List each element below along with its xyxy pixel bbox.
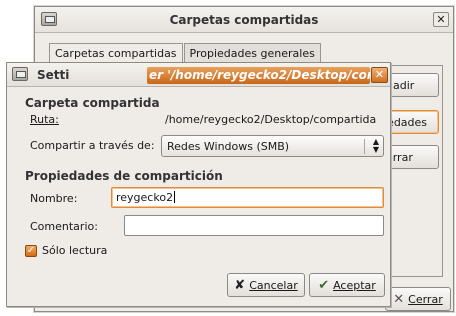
dialog-overlay-title: er '/home/reygecko2/Desktop/compa xyxy=(149,68,370,82)
text-caret xyxy=(174,191,176,203)
comment-label: Comentario: xyxy=(30,220,98,233)
close-icon[interactable]: ✕ xyxy=(371,67,388,83)
dialog-title: Setti xyxy=(37,68,70,82)
accept-button-label: Aceptar xyxy=(333,278,376,292)
shared-folder-heading: Carpeta compartida xyxy=(25,96,160,110)
readonly-label: Sólo lectura xyxy=(42,244,108,257)
close-icon[interactable]: ✕ xyxy=(433,12,449,27)
shared-folders-titlebar: Carpetas compartidas ✕ xyxy=(35,7,453,33)
cancel-x-icon: ✘ xyxy=(234,277,246,293)
share-settings-titlebar: Setti er '/home/reygecko2/Desktop/compa … xyxy=(7,63,390,87)
share-via-label: Compartir a través de: xyxy=(30,139,155,152)
name-label: Nombre: xyxy=(30,192,78,205)
cancel-button-label: Cancelar xyxy=(249,278,298,292)
dialog-title-overlay: er '/home/reygecko2/Desktop/compa xyxy=(147,67,370,84)
share-via-value: Redes Windows (SMB) xyxy=(167,140,290,153)
window-icon xyxy=(12,67,28,81)
accept-check-icon: ✔ xyxy=(318,277,330,293)
close-button[interactable]: ✕ Cerrar xyxy=(385,287,451,311)
comment-field[interactable] xyxy=(124,215,384,236)
cancel-button[interactable]: ✘ Cancelar xyxy=(227,273,305,297)
name-field[interactable]: reygecko2 xyxy=(111,187,384,208)
shared-folders-title: Carpetas compartidas xyxy=(169,13,319,27)
accept-button[interactable]: ✔ Aceptar xyxy=(309,273,385,297)
path-label: Ruta: xyxy=(30,113,59,126)
close-x-icon: ✕ xyxy=(393,291,405,307)
close-button-label: Cerrar xyxy=(408,292,443,306)
readonly-checkbox[interactable]: ✓ xyxy=(25,245,37,257)
name-value: reygecko2 xyxy=(116,191,174,204)
combo-arrows-icon: ▲ ▼ xyxy=(372,137,379,154)
share-settings-dialog: Setti er '/home/reygecko2/Desktop/compa … xyxy=(6,62,391,307)
share-properties-heading: Propiedades de compartición xyxy=(25,169,223,183)
path-value: /home/reygecko2/Desktop/compartida xyxy=(165,113,377,126)
combo-separator xyxy=(364,139,365,154)
share-via-select[interactable]: Redes Windows (SMB) ▲ ▼ xyxy=(161,135,384,157)
